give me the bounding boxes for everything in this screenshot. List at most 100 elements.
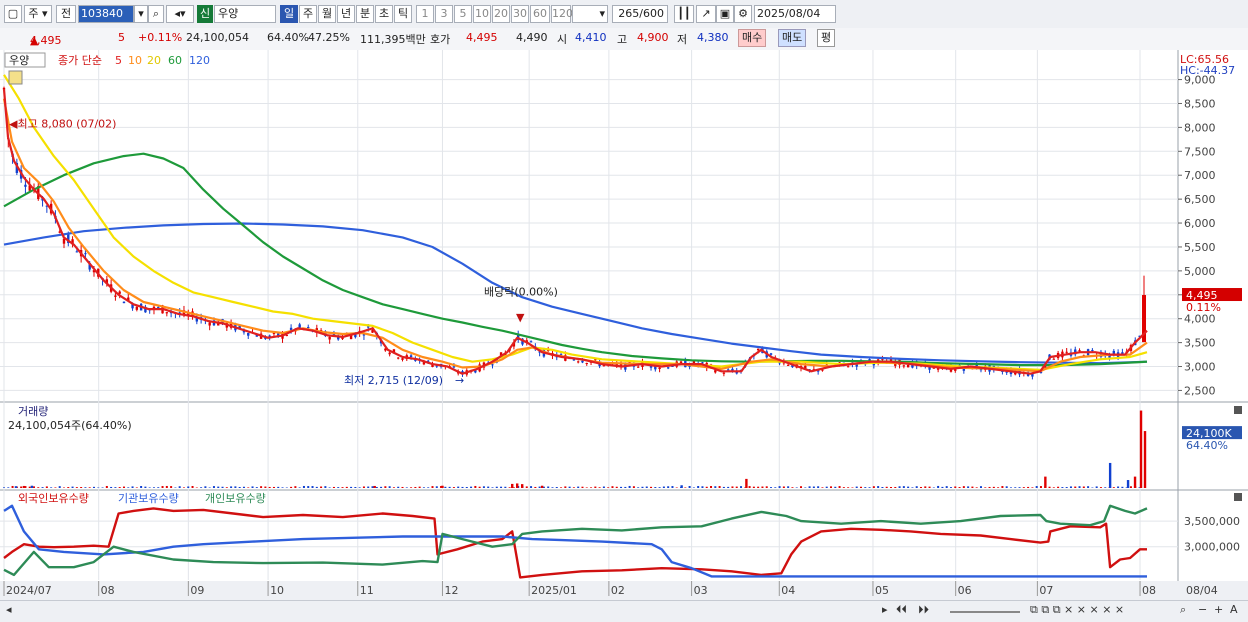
period-year-button[interactable]: 년 [337,5,355,23]
volume-bar [701,486,703,488]
date-input[interactable]: 2025/08/04 [754,5,836,23]
volume-bar [556,487,558,488]
period-day-button[interactable]: 일 [280,5,298,23]
count-total: /600 [639,7,664,20]
tool-icons[interactable]: ⧉ ⧉ ⧉ ⨯ ⨯ ⨯ ⨯ ⨯ [1030,603,1124,617]
volume-bar [676,487,678,488]
inst-legend[interactable]: 기관보유수량 [118,492,179,505]
shin-badge[interactable]: 신 [197,5,213,23]
minute-20-button[interactable]: 20 [492,5,510,23]
volume-bar [890,487,892,488]
volume-bar [93,487,95,488]
volume-bar [380,487,382,488]
volume-bar [46,486,48,488]
ma10-legend[interactable]: 10 [128,54,142,67]
volume-bar [410,487,412,488]
volume-bar [899,486,901,488]
candle-type-icon[interactable]: ┃┃ [674,5,694,23]
ma5-legend[interactable]: 5 [115,54,122,67]
volume-bar [269,487,271,488]
candle-body [577,361,579,362]
volume-bar [1061,487,1063,488]
avg-button[interactable]: 평 [817,29,835,47]
search-icon[interactable]: ⌕ [148,5,164,23]
volume-bar [303,486,305,488]
price-tick-label: 5,000 [1184,265,1216,278]
font-size-icon[interactable]: A [1230,603,1238,616]
volume-bar [393,487,395,488]
volume-bar [29,487,31,488]
page-right-icon[interactable]: ⏵⏵ [918,603,929,617]
minute-10-button[interactable]: 10 [473,5,491,23]
x-tick-label: 06 [958,584,972,597]
volume-bar [1027,487,1029,488]
volume-spike [1127,480,1129,488]
x-tick-label: 02 [611,584,625,597]
minute-3-button[interactable]: 3 [435,5,453,23]
page-left-icon[interactable]: ⏴⏴ [896,603,907,617]
open-label: 시 [557,31,567,47]
volume-bar [436,486,438,488]
stock-code-input[interactable]: 103840 [78,5,134,23]
zoom-slider[interactable] [950,603,1020,613]
candle-body [24,185,26,187]
volume-bar [226,487,228,488]
zoom-out-icon[interactable]: − [1198,603,1207,616]
indiv-legend[interactable]: 개인보유수량 [205,492,266,505]
code-dropdown-icon[interactable]: ▾ [134,5,148,23]
price-tick-label: 5,500 [1184,241,1216,254]
save-icon[interactable]: ▣ [716,5,734,23]
ma20-legend[interactable]: 20 [147,54,161,67]
ma120-legend[interactable]: 120 [189,54,210,67]
volume-bar [354,487,356,488]
zoom-in-icon[interactable]: + [1214,603,1223,616]
volume-bar [993,487,995,488]
volume-bar [654,487,656,488]
prev-button[interactable]: 전 [56,5,76,23]
buy-button[interactable]: 매수 [738,29,766,47]
zoom-search-icon[interactable]: ⌕ [1180,603,1186,617]
scroll-bar[interactable]: ◂ ▸ ⏴⏴ ⏵⏵ ⧉ ⧉ ⧉ ⨯ ⨯ ⨯ ⨯ ⨯ ⌕ − + A [0,600,1248,622]
volume-bar [813,487,815,488]
candle-body [680,361,682,363]
minute-30-button[interactable]: 30 [511,5,529,23]
chart-area[interactable]: 9,0008,5008,0007,5007,0006,5006,0005,500… [0,50,1248,600]
foreign-legend[interactable]: 외국인보유수량 [18,492,89,505]
minute-60-button[interactable]: 60 [530,5,550,23]
speaker-icon[interactable]: ◂▾ [166,5,194,23]
volume-bar [877,486,879,488]
price-tick-label: 8,500 [1184,97,1216,110]
minute-120-button[interactable]: 120 [551,5,571,23]
count-input[interactable]: 265/600 [612,5,668,23]
period-tick-button[interactable]: 틱 [394,5,412,23]
ma-legend-label[interactable]: 종가 단순 [58,54,102,67]
scroll-left-icon[interactable]: ◂ [6,603,12,616]
draw-tool-icon[interactable]: ↗ [696,5,716,23]
volume-bar [247,487,249,488]
sell-button[interactable]: 매도 [778,29,806,47]
minute-1-button[interactable]: 1 [416,5,434,23]
scroll-right-icon[interactable]: ▸ [882,603,888,616]
volume-bar [967,486,969,488]
custom-period-input[interactable]: ▾ [572,5,608,23]
market-select[interactable]: 주 ▾ [24,5,52,23]
volume-bar [1036,486,1038,488]
period-minute-button[interactable]: 분 [356,5,374,23]
volume-bar [526,486,528,488]
volume-bar [444,487,446,488]
period-second-button[interactable]: 초 [375,5,393,23]
volume-title[interactable]: 거래량 [18,405,48,418]
volume-bar [719,486,721,488]
volume-bar [1121,487,1123,488]
ma60-legend[interactable]: 60 [168,54,182,67]
volume-bar [264,487,266,488]
volume-bar [346,487,348,488]
period-month-button[interactable]: 월 [318,5,336,23]
minute-5-button[interactable]: 5 [454,5,472,23]
period-week-button[interactable]: 주 [299,5,317,23]
price-tick-label: 2,500 [1184,384,1216,397]
chart-menu-icon[interactable]: ▢ [4,5,22,23]
volume-bar [667,486,669,488]
settings-gear-icon[interactable]: ⚙ [734,5,752,23]
calendar-icon[interactable] [9,71,22,84]
